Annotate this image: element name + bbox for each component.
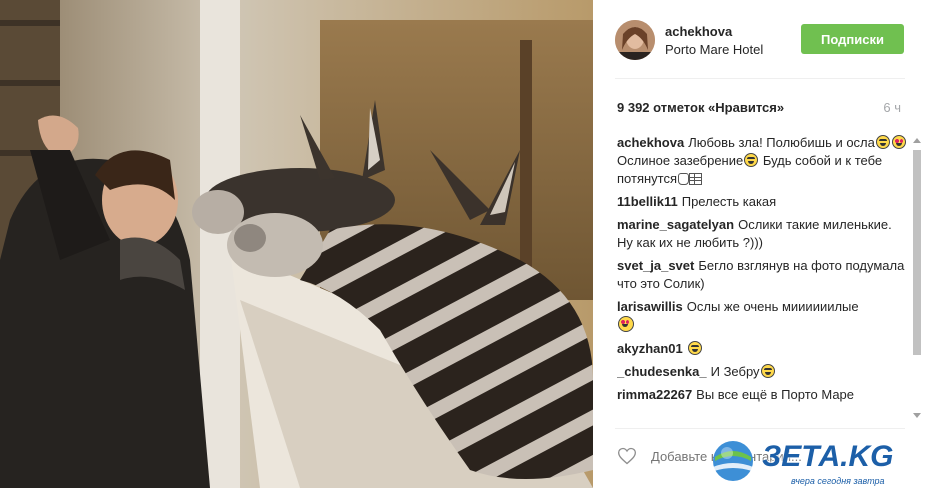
- post-photo[interactable]: [0, 0, 593, 488]
- comment-item: achekhova Любовь зла! Полюбишь и осла Осл…: [617, 134, 909, 188]
- user-avatar[interactable]: [615, 20, 655, 60]
- heart-eyes-emoji-icon: [891, 135, 906, 149]
- post-header: achekhova Porto Mare Hotel Подписки: [593, 0, 925, 78]
- comments-scrollbar[interactable]: [911, 134, 923, 422]
- comment-username[interactable]: svet_ja_svet: [617, 258, 694, 273]
- comment-username[interactable]: akyzhan01: [617, 341, 683, 356]
- post-time[interactable]: 6 ч: [883, 100, 901, 115]
- box-emoji-icon: [689, 173, 703, 185]
- comments-list: achekhova Любовь зла! Полюбишь и осла Осл…: [617, 134, 909, 422]
- comment-username[interactable]: 11bellik11: [617, 194, 678, 209]
- likes-row: 9 392 отметок «Нравится» 6 ч: [617, 100, 905, 118]
- post-sidebar: achekhova Porto Mare Hotel Подписки 9 39…: [593, 0, 925, 488]
- post-username[interactable]: achekhova: [665, 24, 732, 39]
- comment-text: Ослы же очень миииииилые: [686, 299, 859, 314]
- comment-username[interactable]: rimma22267: [617, 387, 692, 402]
- photo-illustration: [0, 0, 593, 488]
- heart-outline-icon[interactable]: [617, 446, 637, 466]
- scroll-down-arrow-icon[interactable]: [913, 413, 921, 418]
- wink-emoji-icon: [875, 135, 890, 149]
- scroll-thumb[interactable]: [913, 150, 921, 355]
- comment-item: akyzhan01: [617, 340, 909, 358]
- post-location[interactable]: Porto Mare Hotel: [665, 42, 763, 57]
- comment-username[interactable]: marine_sagatelyan: [617, 217, 734, 232]
- comments-divider: [615, 428, 905, 429]
- hand-emoji-icon: [678, 173, 690, 185]
- comment-text: Вы все ещё в Порто Маре: [696, 387, 855, 402]
- likes-count[interactable]: 9 392 отметок «Нравится»: [617, 100, 784, 115]
- header-divider: [615, 78, 905, 79]
- comment-text-part-2: Ослиное зазебрение: [617, 153, 744, 168]
- comment-item: svet_ja_svet Бегло взглянув на фото подум…: [617, 257, 909, 293]
- comment-item: marine_sagatelyan Ослики такие миленькие.…: [617, 216, 909, 252]
- comment-text: И Зебру: [710, 364, 760, 379]
- globe-logo-icon: [713, 441, 753, 481]
- comment-text: Прелесть какая: [681, 194, 777, 209]
- zeta-watermark: ЗЕТА.KG вчера сегодня завтра: [705, 437, 920, 487]
- watermark-tagline: вчера сегодня завтра: [791, 476, 885, 486]
- watermark-text: ЗЕТА.KG: [762, 440, 894, 473]
- comment-item: _chudesenka_ И Зебру: [617, 363, 909, 381]
- comment-text: Любовь зла! Полюбишь и осла: [688, 135, 875, 150]
- comment-username[interactable]: larisawillis: [617, 299, 683, 314]
- laughing-emoji-icon: [687, 341, 702, 355]
- laughing-emoji-icon: [744, 153, 759, 167]
- heart-eyes-emoji-icon: [618, 316, 634, 332]
- follow-button[interactable]: Подписки: [801, 24, 904, 54]
- laughing-emoji-icon: [760, 364, 775, 378]
- comment-item: 11bellik11 Прелесть какая: [617, 193, 909, 211]
- comment-item: larisawillis Ослы же очень миииииилые: [617, 298, 909, 335]
- avatar-image: [615, 20, 655, 60]
- comment-username[interactable]: achekhova: [617, 135, 684, 150]
- scroll-up-arrow-icon[interactable]: [913, 138, 921, 143]
- comment-username[interactable]: _chudesenka_: [617, 364, 707, 379]
- comment-item: rimma22267 Вы все ещё в Порто Маре: [617, 386, 909, 404]
